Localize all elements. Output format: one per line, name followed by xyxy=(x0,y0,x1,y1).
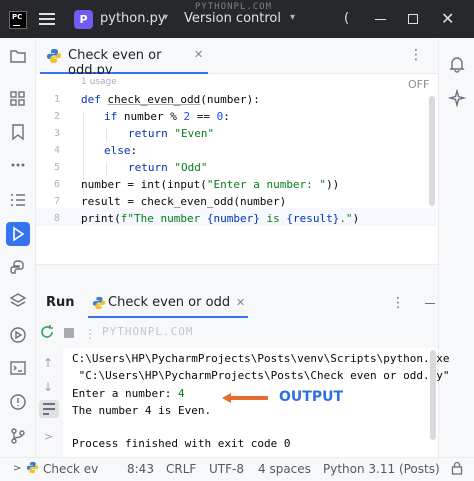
indent-setting[interactable]: 4 spaces xyxy=(258,462,311,476)
stop-icon[interactable] xyxy=(64,328,74,338)
line-number: 2 xyxy=(53,111,60,122)
close-icon[interactable]: ✕ xyxy=(441,9,454,28)
left-tool-strip xyxy=(0,38,36,457)
line-number: 1 xyxy=(53,94,60,105)
more-tabs-icon[interactable]: ⋮ xyxy=(409,47,424,63)
notifications-icon[interactable] xyxy=(445,52,469,76)
indent-guide xyxy=(106,162,107,176)
python-file-icon xyxy=(26,461,39,477)
run-toolbar: ⋮ PYTHONPL.COM xyxy=(36,318,438,348)
maximize-icon[interactable] xyxy=(408,14,418,24)
output-annotation: OUTPUT xyxy=(279,389,343,405)
title-bar: PC P python.py ▾ PYTHONPL.COM Version co… xyxy=(0,0,474,38)
arrow-up-icon[interactable]: ↑ xyxy=(43,356,53,370)
run-panel-title: Run xyxy=(46,295,75,310)
bookmark-icon[interactable] xyxy=(6,120,30,144)
run-panel-header: Run Check even or odd ✕ ⋮ xyxy=(36,288,438,318)
caret-position[interactable]: 8:43 xyxy=(127,462,154,476)
close-tab-icon[interactable]: ✕ xyxy=(236,296,245,309)
line-number: 6 xyxy=(53,179,60,190)
line-ending[interactable]: CRLF xyxy=(166,462,196,476)
services-icon[interactable] xyxy=(6,323,30,347)
chevron-down-icon[interactable]: ▾ xyxy=(163,12,168,23)
python-interpreter[interactable]: Python 3.11 (Posts) xyxy=(323,462,440,476)
usage-hint[interactable]: 1 usage xyxy=(81,77,117,87)
python-file-icon xyxy=(46,48,62,68)
editor-scrollbar[interactable] xyxy=(429,96,435,206)
pycharm-logo-text: PC xyxy=(12,13,23,21)
vcs-menu[interactable]: Version control xyxy=(184,11,281,26)
code-line-3: return "Even" xyxy=(128,127,215,140)
code-line-5: return "Odd" xyxy=(128,161,208,174)
console-user-input: 4 xyxy=(177,387,185,400)
chevron-down-icon[interactable]: ▾ xyxy=(290,12,295,23)
line-number: 5 xyxy=(53,162,60,173)
breadcrumb[interactable]: Check ev xyxy=(43,462,98,476)
problems-icon[interactable] xyxy=(6,390,30,414)
python-file-icon xyxy=(92,295,106,314)
rerun-icon[interactable] xyxy=(39,324,55,344)
chevron-right-icon[interactable]: > xyxy=(44,430,53,443)
console-command-line: C:\Users\HP\PycharmProjects\Posts\venv\S… xyxy=(72,352,450,365)
run-config-tab[interactable]: Check even or odd ✕ xyxy=(88,288,248,318)
console-prompt-line: Enter a number: 4 xyxy=(72,387,185,400)
run-tool-icon[interactable] xyxy=(6,222,30,246)
chevron-right-icon[interactable]: > xyxy=(13,463,21,474)
editor-tab[interactable]: Check even or odd.py ✕ xyxy=(40,38,208,78)
console-exit-line: Process finished with exit code 0 xyxy=(72,437,291,450)
inspection-status[interactable]: OFF xyxy=(408,78,429,91)
ai-assistant-icon[interactable] xyxy=(445,86,469,110)
project-badge[interactable]: P xyxy=(74,10,93,29)
panel-divider[interactable] xyxy=(36,264,438,288)
folder-icon[interactable] xyxy=(6,44,30,68)
arrow-down-icon[interactable]: ↓ xyxy=(43,380,53,394)
run-console[interactable]: C:\Users\HP\PycharmProjects\Posts\venv\S… xyxy=(63,348,450,457)
code-line-7: result = check_even_odd(number) xyxy=(81,195,287,208)
status-bar: > Check ev 8:43 CRLF UTF-8 4 spaces Pyth… xyxy=(0,457,474,481)
line-number: 3 xyxy=(53,128,60,139)
hide-panel-icon[interactable] xyxy=(425,303,435,304)
git-icon[interactable] xyxy=(6,424,30,448)
toolbar-overflow-glyph[interactable]: ( xyxy=(344,11,349,26)
packages-icon[interactable] xyxy=(6,289,30,313)
right-tool-strip xyxy=(438,38,474,457)
code-line-1: def check_even_odd(number): xyxy=(81,93,260,106)
lock-icon[interactable] xyxy=(451,461,463,478)
terminal-icon[interactable] xyxy=(6,356,30,380)
main-menu-icon[interactable] xyxy=(39,13,55,25)
code-line-8: print(f"The number {number} is {result}.… xyxy=(81,212,360,225)
more-tools-icon[interactable] xyxy=(6,153,30,177)
code-editor[interactable]: 1 usage OFF 1 2 3 4 5 6 7 8 def check_ev… xyxy=(36,74,438,264)
close-tab-icon[interactable]: ✕ xyxy=(194,48,203,61)
more-options-icon[interactable]: ⋮ xyxy=(391,295,405,311)
console-output-line: The number 4 is Even. xyxy=(72,404,212,417)
line-number: 8 xyxy=(53,213,60,224)
code-line-4: else: xyxy=(104,144,138,157)
run-tab-label: Check even or odd xyxy=(108,295,231,310)
console-side-toolbar: ↑ ↓ > xyxy=(36,348,63,457)
line-number: 7 xyxy=(53,196,60,207)
editor-tab-row: Check even or odd.py ✕ ⋮ xyxy=(36,38,438,78)
pycharm-logo: PC xyxy=(9,11,27,29)
minimize-icon[interactable] xyxy=(375,19,386,20)
ide-window: PC P python.py ▾ PYTHONPL.COM Version co… xyxy=(0,0,474,481)
code-line-6: number = int(input("Enter a number: ")) xyxy=(81,178,340,191)
more-actions-icon[interactable]: ⋮ xyxy=(84,327,96,341)
code-line-2: if number % 2 == 0: xyxy=(104,110,230,123)
todo-list-icon[interactable] xyxy=(6,188,30,212)
console-scrollbar[interactable] xyxy=(430,350,436,440)
project-name[interactable]: python.py xyxy=(100,11,166,26)
arrow-left-icon xyxy=(222,393,268,403)
python-console-icon[interactable] xyxy=(6,256,30,280)
file-encoding[interactable]: UTF-8 xyxy=(209,462,244,476)
soft-wrap-icon[interactable] xyxy=(39,400,59,418)
indent-guide xyxy=(106,128,107,142)
line-number: 4 xyxy=(53,145,60,156)
structure-icon[interactable] xyxy=(6,87,30,111)
watermark: PYTHONPL.COM xyxy=(102,325,194,338)
console-command-line: "C:\Users\HP\PycharmProjects\Posts\Check… xyxy=(72,369,450,382)
